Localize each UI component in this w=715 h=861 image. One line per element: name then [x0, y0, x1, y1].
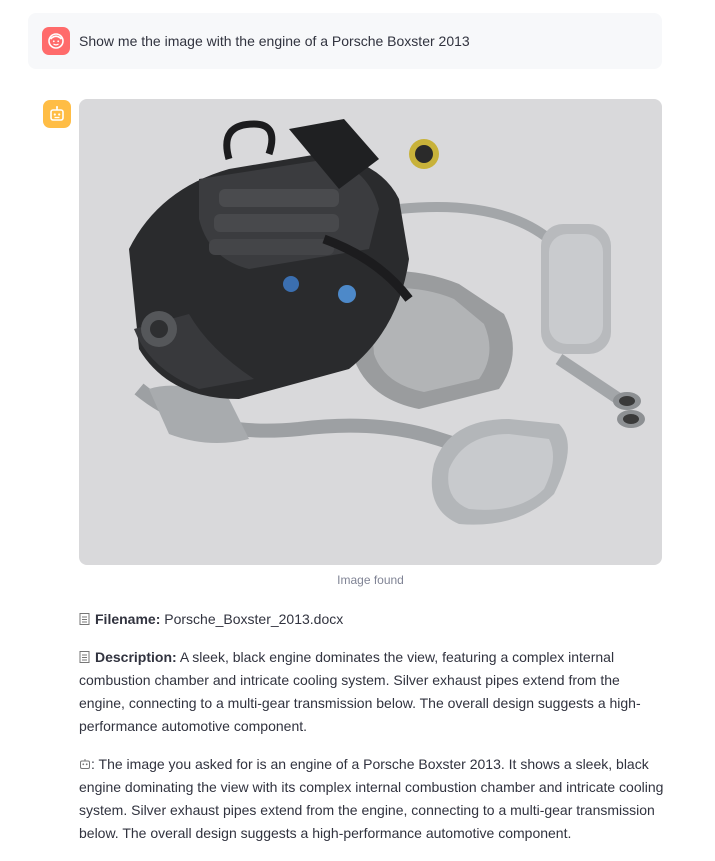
document-icon: [79, 651, 90, 663]
robot-icon: [50, 106, 64, 121]
filename-value: Porsche_Boxster_2013.docx: [164, 611, 344, 627]
description-label: Description:: [95, 649, 177, 665]
assistant-response: : The image you asked for is an engine o…: [79, 753, 669, 845]
user-avatar: [42, 27, 70, 55]
engine-illustration: [129, 119, 645, 525]
filename-label: Filename:: [95, 611, 161, 627]
assistant-avatar: [43, 100, 71, 128]
user-message-text: Show me the image with the engine of a P…: [79, 33, 470, 49]
response-text: : The image you asked for is an engine o…: [79, 756, 664, 841]
user-face-icon: [48, 33, 64, 49]
filename-row: Filename: Porsche_Boxster_2013.docx: [79, 608, 669, 631]
image-caption: Image found: [337, 573, 404, 587]
user-message: Show me the image with the engine of a P…: [28, 13, 662, 69]
robot-icon: [80, 759, 90, 769]
engine-image: [79, 99, 662, 565]
document-icon: [79, 613, 90, 625]
description-row: Description: A sleek, black engine domin…: [79, 646, 669, 738]
